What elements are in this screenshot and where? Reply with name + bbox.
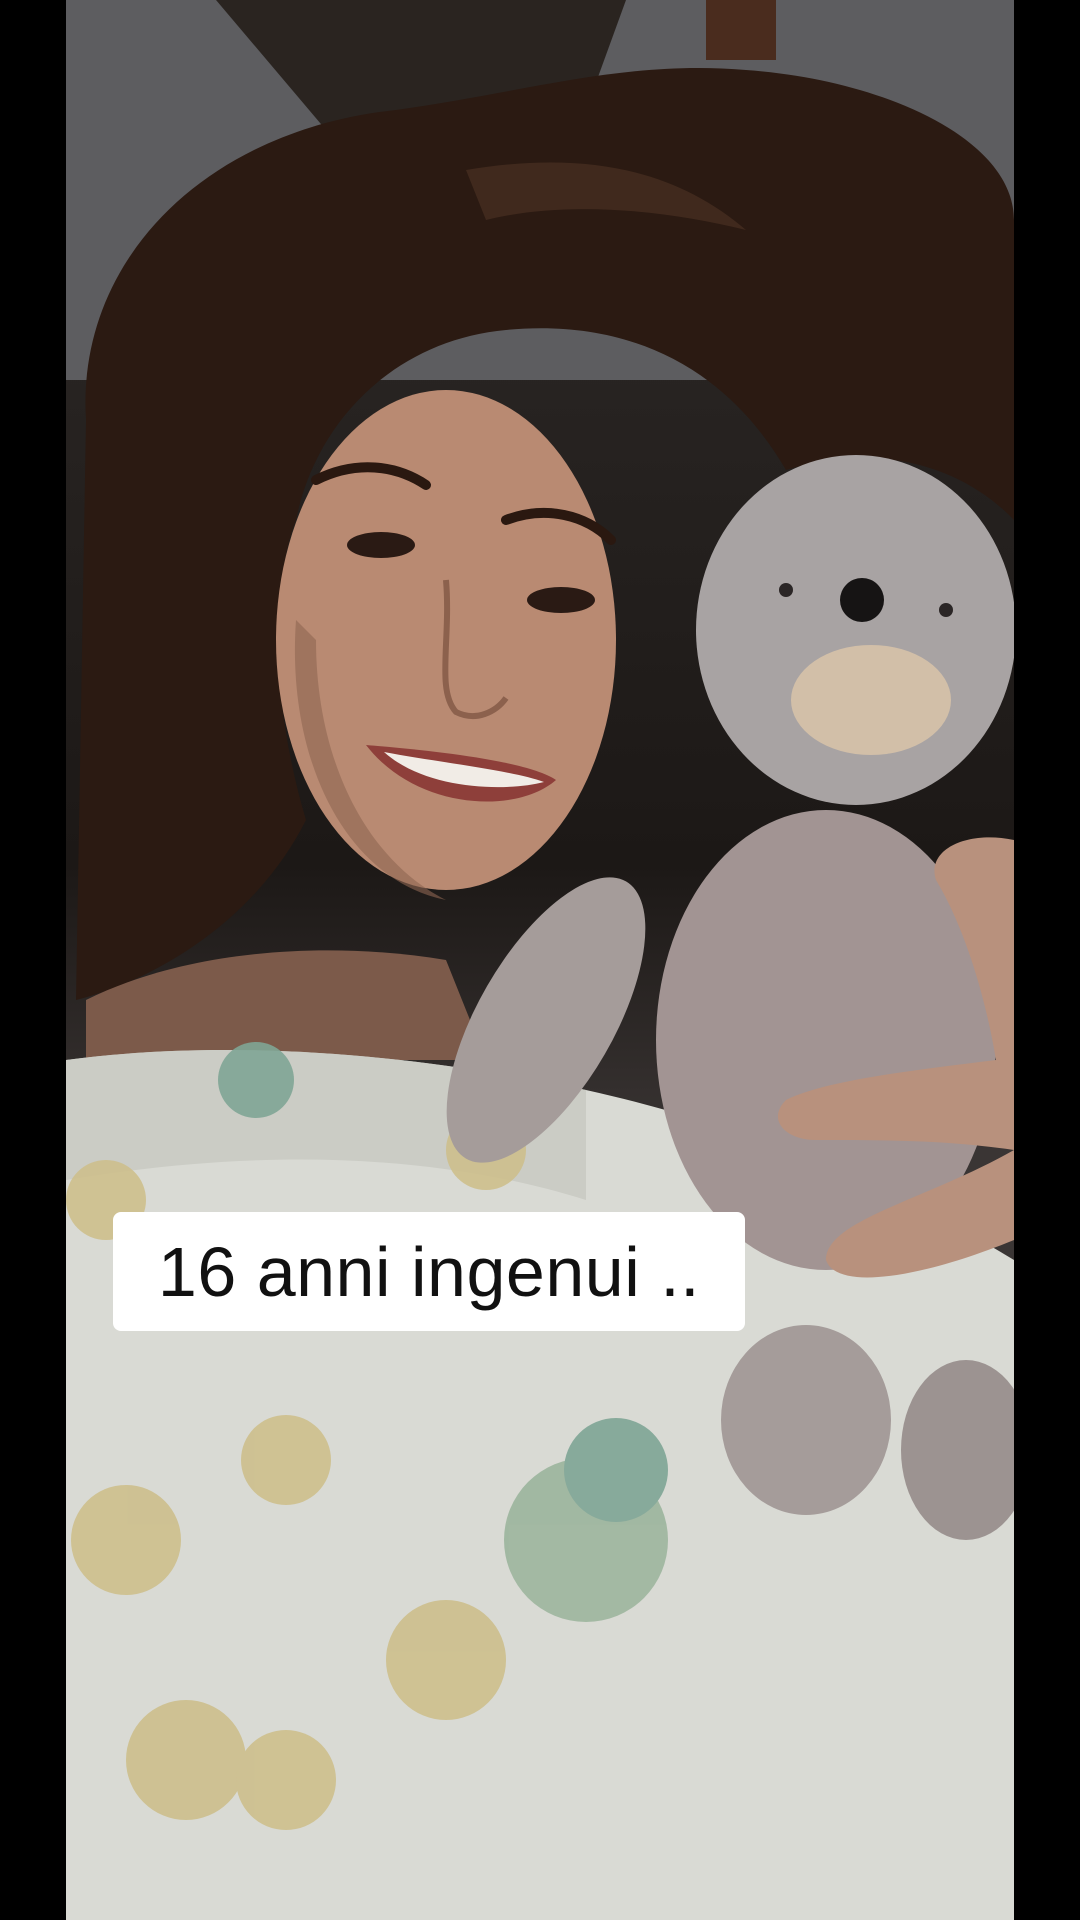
teddy-nose [840,578,884,622]
photo [66,0,1014,1920]
teddy-eye-left [779,583,793,597]
photo-scene [66,0,1014,1920]
right-eye [527,587,595,613]
caption-box: 16 anni ingenui .. [113,1212,745,1331]
wooden-post [706,0,776,60]
flower-7 [126,1700,246,1820]
flower-6 [71,1485,181,1595]
teddy-muzzle [791,645,951,755]
caption-text: 16 anni ingenui .. [157,1232,701,1311]
left-eye [347,532,415,558]
flower-4 [386,1600,506,1720]
video-frame: 16 anni ingenui .. [0,0,1080,1920]
flower-8 [236,1730,336,1830]
teddy-leg-left [721,1325,891,1515]
teddy-eye-right [939,603,953,617]
flower-3 [564,1418,668,1522]
flower-5 [241,1415,331,1505]
flower-1 [218,1042,294,1118]
